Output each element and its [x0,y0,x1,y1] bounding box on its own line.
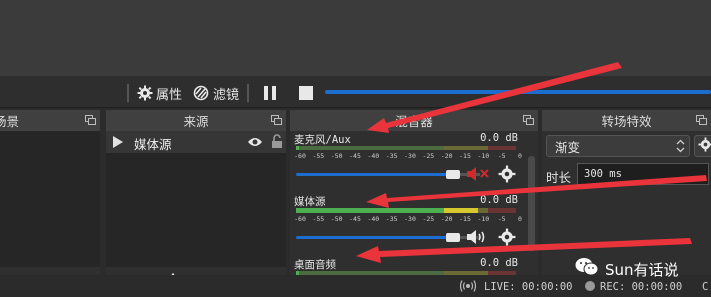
mixer-title-text: 混音器 [395,114,433,129]
rec-status: REC: 00:00:00 [600,281,683,293]
mixer-dock-title: 混音器 [290,110,538,131]
scale-tick-label: -30 [404,215,416,223]
channel-name: 桌面音频 [294,259,336,271]
scale-tick-label: -35 [385,152,398,160]
stop-button[interactable] [298,82,314,104]
scale-tick-label: -20 [440,152,453,160]
properties-label: 属性 [156,87,183,103]
duration-input[interactable]: 300 ms [577,163,709,185]
float-icon[interactable] [696,115,707,125]
scale-tick-label: -45 [349,215,361,223]
channel-db: 0.0 dB [480,257,518,269]
gear-icon[interactable] [498,228,516,249]
transition-settings-button[interactable] [694,135,711,157]
stop-icon [298,85,314,101]
sources-title-text: 来源 [183,114,209,129]
fader-handle[interactable] [446,233,460,242]
scenes-title-text: 场景 [0,114,20,129]
sources-dock: 来源 媒体源 [106,110,286,297]
scale-tick-label: -45 [349,152,361,160]
scale-tick-label: -40 [367,152,380,160]
unlock-icon[interactable] [271,134,283,152]
scale-tick-label: -30 [404,152,416,160]
duration-value: 300 ms [584,168,622,180]
broadcast-icon [459,280,477,295]
filter-icon [193,85,210,101]
filters-button[interactable]: 滤镜 [193,82,239,104]
volume-fader[interactable] [296,173,456,176]
channel-name: 媒体源 [294,196,326,208]
scale-tick-label: 0 [518,215,522,223]
scale-tick-label: -5 [497,152,506,160]
transition-select[interactable]: 渐变 [546,135,690,157]
wechat-icon [575,257,599,281]
record-dot-icon [585,281,595,291]
scale-tick-label: -60 [294,152,306,160]
scale-tick-label: -40 [367,215,380,223]
scale-tick-label: -25 [422,215,435,223]
meter-scale: -60 -55 -50 -45 -40 -35 -30 -25 -20 -15 -10 -5 0 [294,148,522,162]
scale-tick-label: -10 [477,215,490,223]
source-item[interactable]: 媒体源 [106,131,286,153]
pause-button[interactable] [262,82,278,104]
sources-dock-title: 来源 [106,110,286,131]
scale-tick-label: -15 [459,215,471,223]
scale-tick-label: -55 [312,152,325,160]
scale-tick-label: -5 [497,215,506,223]
pause-icon [262,85,278,101]
gear-icon[interactable] [498,165,516,186]
scale-tick-label: -25 [422,152,435,160]
scale-tick-label: -10 [477,152,490,160]
channel-db: 0.0 dB [480,194,518,206]
toolbar-divider [127,84,129,102]
scenes-dock: 场景 [0,110,100,297]
watermark-text: Sun有话说 [605,260,679,279]
float-icon[interactable] [271,115,282,125]
updown-arrows-icon [676,139,685,153]
transition-select-value: 渐变 [555,139,581,155]
float-icon[interactable] [523,115,534,125]
scale-tick-label: -15 [459,152,471,160]
filters-label: 滤镜 [213,87,240,103]
volume-fader[interactable] [296,236,456,239]
live-status: LIVE: 00:00:00 [484,281,573,293]
meter-scale: -60 -55 -50 -45 -40 -35 -30 -25 -20 -15 -10 -5 0 [294,211,522,225]
watermark: Sun有话说 [575,257,679,281]
transitions-title-text: 转场特效 [601,114,652,129]
audio-mixer-dock: 混音器 麦克风/Aux 0.0 dB -60 -55 -50 -45 -40 -35 -30… [290,110,538,297]
gear-icon [137,85,153,101]
duration-label: 时长 [546,170,572,185]
scale-tick-label: -55 [312,215,325,223]
scale-tick-label: 0 [518,152,522,160]
gear-icon [697,137,711,155]
mixer-channels: 麦克风/Aux 0.0 dB -60 -55 -50 -45 -40 -35 -30 -25-… [290,131,538,297]
speaker-icon[interactable] [466,229,492,248]
mixer-scrollbar[interactable] [528,156,535,251]
muted-speaker-icon[interactable] [466,166,492,185]
fader-handle[interactable] [446,170,460,179]
channel-db: 0.0 dB [480,132,518,144]
cpu-status: C [702,281,709,293]
toolbar-divider [247,84,249,102]
scale-tick-label: -20 [440,215,453,223]
properties-button[interactable]: 属性 [137,82,182,104]
scale-tick-label: -50 [330,152,343,160]
play-icon [113,136,123,148]
scale-tick-label: -35 [385,215,398,223]
channel-name: 麦克风/Aux [294,134,351,146]
scale-tick-label: -50 [330,215,343,223]
transitions-dock-title: 转场特效 [542,110,711,131]
float-icon[interactable] [85,115,96,125]
source-label: 媒体源 [134,137,172,152]
media-seek-bar[interactable] [325,90,711,94]
preview-canvas [0,0,711,76]
scale-tick-label: -60 [294,215,306,223]
eye-icon[interactable] [247,136,263,151]
